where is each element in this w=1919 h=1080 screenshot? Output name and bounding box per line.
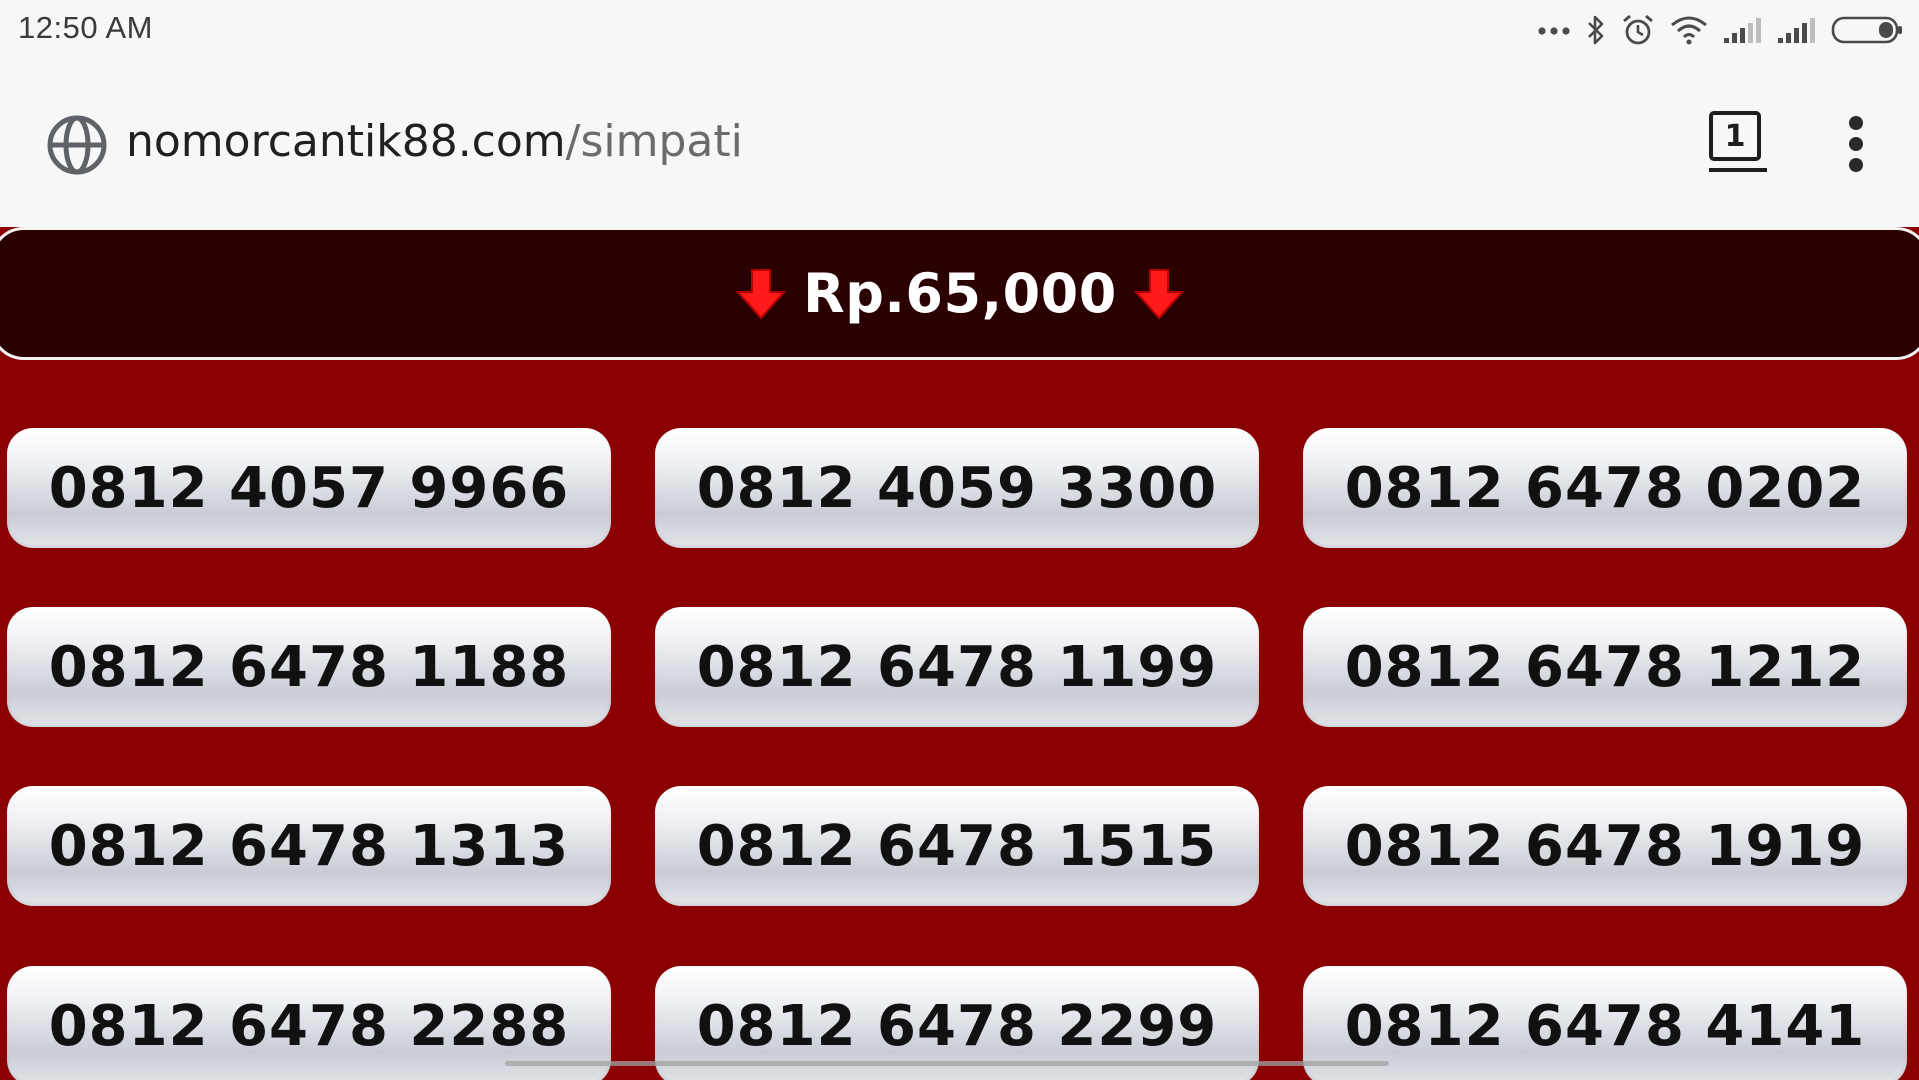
url-path: /simpati <box>565 116 743 167</box>
number-button[interactable]: 0812 6478 1515 <box>655 786 1259 906</box>
number-label: 0812 6478 1919 <box>1344 813 1866 879</box>
number-label: 0812 6478 1515 <box>696 813 1218 879</box>
globe-icon[interactable] <box>46 114 108 180</box>
screen: 12:50 AM nomorcantik88.com/simpati 1 Rp.… <box>0 0 1919 1080</box>
number-button[interactable]: 0812 6478 1919 <box>1303 786 1907 906</box>
number-button[interactable]: 0812 6478 4141 <box>1303 966 1907 1080</box>
tabs-icon: 1 <box>1709 111 1761 161</box>
number-label: 0812 6478 1313 <box>48 813 570 879</box>
number-label: 0812 6478 1212 <box>1344 634 1866 700</box>
horizontal-scrollbar[interactable] <box>505 1061 1389 1066</box>
down-arrow-icon <box>1133 268 1185 320</box>
down-arrow-icon <box>735 268 787 320</box>
signal-sim2-icon <box>1777 16 1817 44</box>
number-button[interactable]: 0812 6478 1199 <box>655 607 1259 727</box>
number-label: 0812 6478 2299 <box>696 993 1218 1059</box>
number-label: 0812 6478 1199 <box>696 634 1218 700</box>
alarm-icon <box>1621 13 1655 47</box>
bluetooth-icon <box>1585 14 1607 46</box>
price-label: Rp.65,000 <box>803 262 1117 325</box>
status-icons <box>1537 8 1905 52</box>
battery-icon <box>1831 15 1905 45</box>
tab-count: 1 <box>1724 118 1746 154</box>
number-button[interactable]: 0812 6478 1212 <box>1303 607 1907 727</box>
number-button[interactable]: 0812 6478 1188 <box>7 607 611 727</box>
number-button[interactable]: 0812 6478 1313 <box>7 786 611 906</box>
number-label: 0812 6478 1188 <box>48 634 570 700</box>
status-time: 12:50 AM <box>18 10 153 45</box>
number-label: 0812 4057 9966 <box>48 455 570 521</box>
page-content: Rp.65,000 0812 4057 9966 0812 4059 3300 … <box>0 227 1919 1080</box>
number-button[interactable]: 0812 4057 9966 <box>7 428 611 548</box>
number-label: 0812 6478 2288 <box>48 993 570 1059</box>
number-button[interactable]: 0812 4059 3300 <box>655 428 1259 548</box>
status-bar: 12:50 AM <box>0 0 1919 62</box>
number-label: 0812 4059 3300 <box>696 455 1218 521</box>
url-domain: nomorcantik88.com <box>126 116 566 167</box>
price-banner: Rp.65,000 <box>0 227 1919 360</box>
number-label: 0812 6478 0202 <box>1344 455 1866 521</box>
signal-sim1-icon <box>1723 16 1763 44</box>
url-bar[interactable]: nomorcantik88.com/simpati <box>126 116 743 167</box>
more-dots-icon <box>1537 24 1571 36</box>
browser-toolbar: nomorcantik88.com/simpati 1 <box>0 62 1919 227</box>
tabs-button[interactable]: 1 <box>1709 111 1767 173</box>
tabs-underline <box>1709 168 1767 172</box>
number-label: 0812 6478 4141 <box>1344 993 1866 1059</box>
wifi-icon <box>1669 15 1709 45</box>
overflow-menu-icon[interactable] <box>1843 114 1871 174</box>
number-button[interactable]: 0812 6478 0202 <box>1303 428 1907 548</box>
